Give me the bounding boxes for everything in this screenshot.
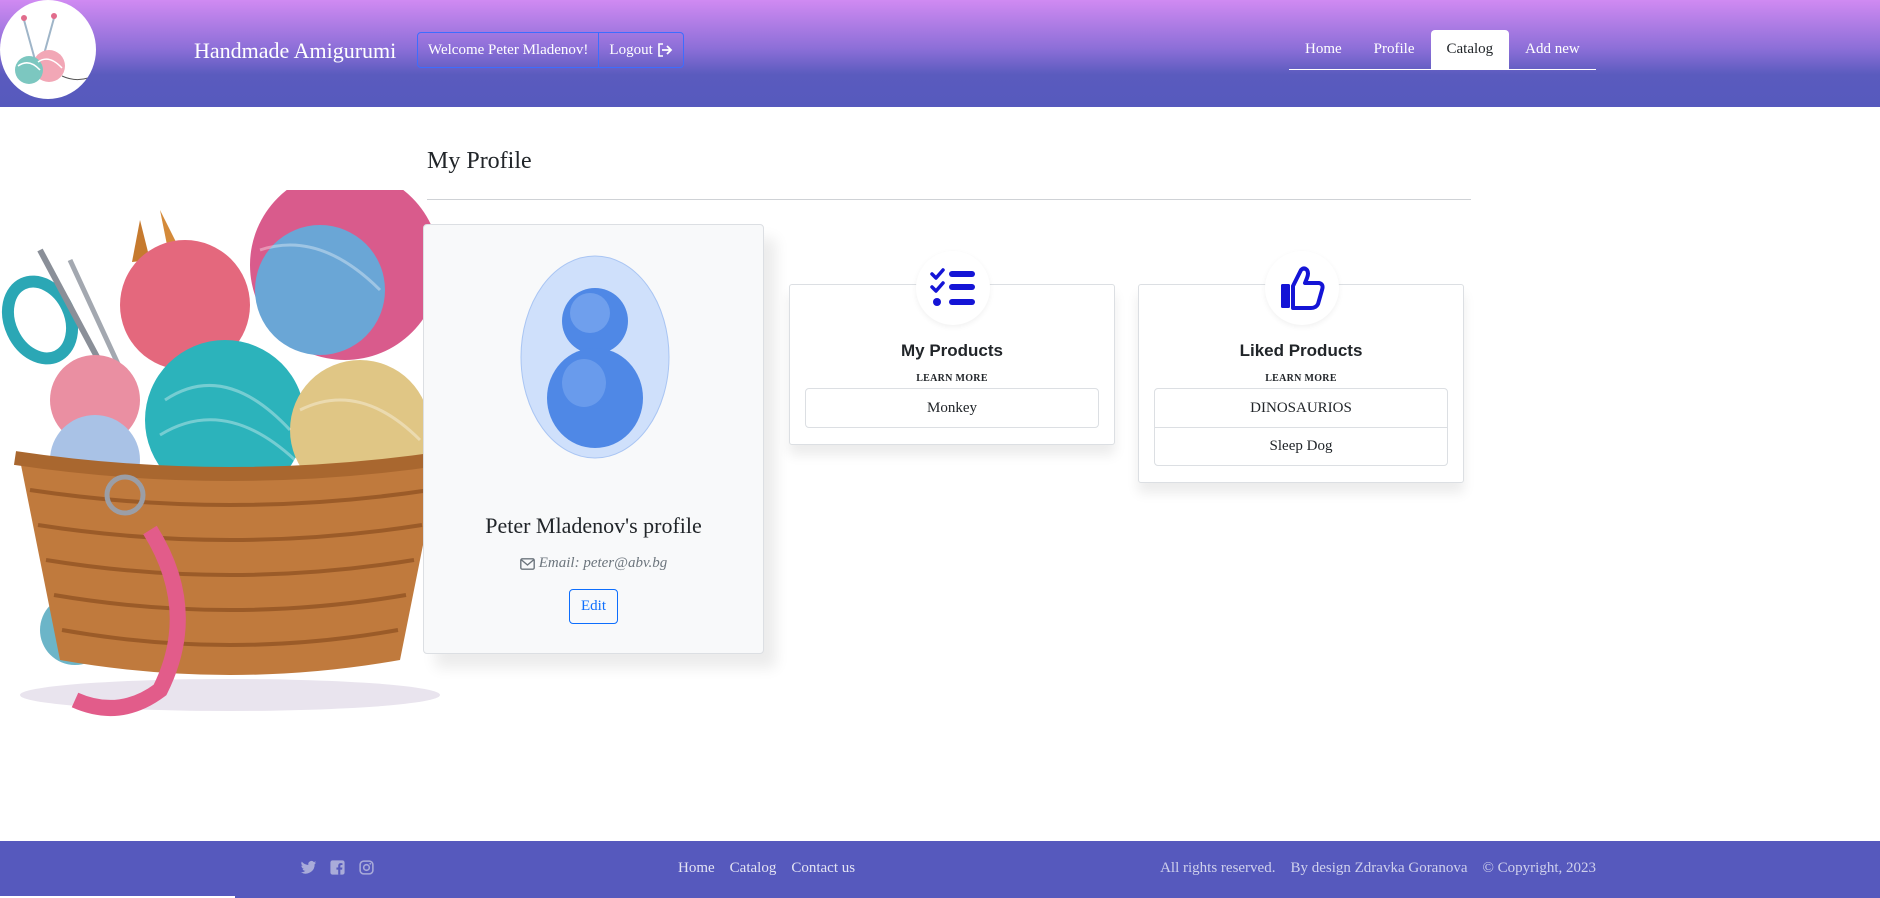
profile-name: Peter Mladenov's profile [485, 513, 702, 538]
my-products-list: Monkey [805, 388, 1099, 428]
logout-button[interactable]: Logout [599, 32, 684, 68]
nav-profile[interactable]: Profile [1358, 30, 1431, 69]
profile-email-text: Email: peter@abv.bg [538, 555, 668, 571]
liked-products-card: Liked Products LEARN MORE DINOSAURIOS Sl… [1138, 251, 1464, 483]
instagram-icon[interactable] [358, 859, 375, 876]
edit-profile-button[interactable]: Edit [569, 589, 618, 624]
checklist-icon [916, 251, 990, 325]
footer-link-contact[interactable]: Contact us [791, 860, 855, 877]
footer-design: By design Zdravka Goranova [1290, 860, 1468, 876]
list-item[interactable]: DINOSAURIOS [1155, 389, 1447, 427]
social-links [300, 859, 375, 876]
liked-products-learn-more[interactable]: LEARN MORE [1139, 373, 1463, 384]
avatar [520, 255, 670, 460]
footer-link-catalog[interactable]: Catalog [730, 860, 777, 877]
site-logo[interactable] [0, 0, 96, 99]
yarn-basket-illustration [0, 170, 460, 720]
nav-catalog[interactable]: Catalog [1430, 30, 1510, 69]
profile-email: Email: peter@abv.bg [424, 555, 763, 572]
my-products-card: My Products LEARN MORE Monkey [789, 251, 1115, 445]
liked-products-title: Liked Products [1239, 341, 1363, 360]
user-button-group: Welcome Peter Mladenov! Logout [417, 32, 684, 68]
list-item[interactable]: Monkey [806, 389, 1098, 427]
sign-out-icon [657, 43, 673, 57]
thumbs-up-icon [1265, 251, 1339, 325]
footer-copyright: © Copyright, 2023 [1482, 860, 1596, 876]
my-products-title: My Products [900, 341, 1004, 360]
header: Handmade Amigurumi Welcome Peter Mladeno… [0, 0, 1880, 107]
twitter-icon[interactable] [300, 859, 317, 876]
footer-rights: All rights reserved. [1160, 860, 1276, 876]
facebook-icon[interactable] [329, 859, 346, 876]
page-title: My Profile [427, 148, 532, 174]
logout-label: Logout [609, 41, 653, 58]
main-nav: Home Profile Catalog Add new [1289, 30, 1596, 70]
my-products-learn-more[interactable]: LEARN MORE [790, 373, 1114, 384]
list-item[interactable]: Sleep Dog [1155, 427, 1447, 465]
footer-links: Home Catalog Contact us [678, 860, 855, 877]
brand-title[interactable]: Handmade Amigurumi [194, 38, 396, 64]
profile-card: Peter Mladenov's profile Email: peter@ab… [423, 224, 764, 654]
title-divider [427, 199, 1471, 200]
footer-link-home[interactable]: Home [678, 860, 715, 877]
footer-credits: All rights reserved. By design Zdravka G… [1160, 860, 1596, 877]
liked-products-list: DINOSAURIOS Sleep Dog [1154, 388, 1448, 466]
footer: Home Catalog Contact us All rights reser… [0, 841, 1880, 898]
nav-add-new[interactable]: Add new [1509, 30, 1596, 69]
envelope-icon [519, 557, 535, 570]
nav-home[interactable]: Home [1289, 30, 1358, 69]
welcome-button[interactable]: Welcome Peter Mladenov! [417, 32, 600, 68]
